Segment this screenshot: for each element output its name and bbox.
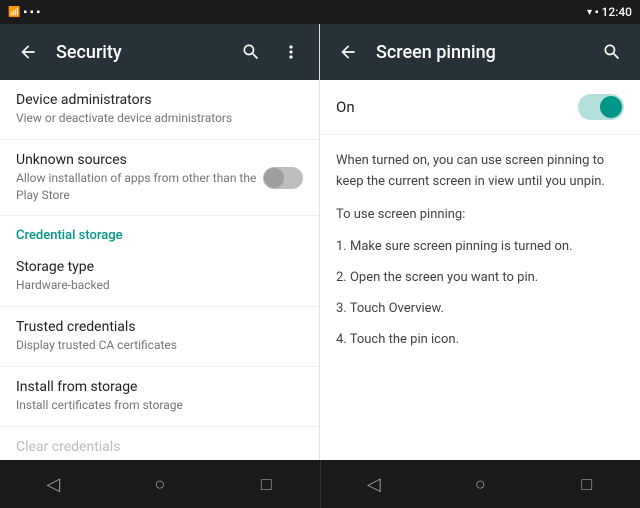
status-bar-right: ▾ ▪ 12:40 xyxy=(587,5,632,19)
left-panel: Security Device administrators View or d… xyxy=(0,24,320,460)
pinning-toggle-label: On xyxy=(336,98,355,116)
step-1-number: 1. xyxy=(336,239,350,254)
pinning-step-1: 1. Make sure screen pinning is turned on… xyxy=(336,237,624,258)
clear-credentials-title: Clear credentials xyxy=(16,439,303,455)
wifi-icon-right: ▾ xyxy=(587,7,592,18)
bottom-nav: ◁ ○ □ ◁ ○ □ xyxy=(0,460,640,508)
device-administrators-subtitle: View or deactivate device administrators xyxy=(16,110,303,127)
install-from-storage-item[interactable]: Install from storage Install certificate… xyxy=(0,367,319,427)
signal-icon: ▪ xyxy=(23,7,27,18)
right-recent-nav[interactable]: □ xyxy=(563,460,611,508)
step-3-number: 3. xyxy=(336,301,350,316)
unknown-sources-title: Unknown sources xyxy=(16,152,263,168)
step-1-text: Make sure screen pinning is turned on. xyxy=(350,239,573,254)
install-from-storage-subtitle: Install certificates from storage xyxy=(16,397,303,414)
pinning-toggle-row[interactable]: On xyxy=(320,80,640,135)
pinning-description: When turned on, you can use screen pinni… xyxy=(320,135,640,377)
right-toolbar: Screen pinning xyxy=(320,24,640,80)
left-recent-nav[interactable]: □ xyxy=(242,460,290,508)
notification-icon: 📶 xyxy=(8,7,20,18)
pinning-desc-paragraph: When turned on, you can use screen pinni… xyxy=(336,151,624,193)
storage-type-subtitle: Hardware-backed xyxy=(16,277,303,294)
pinning-toggle[interactable] xyxy=(578,94,624,120)
signal-strength-icon: ▪ xyxy=(595,7,599,18)
credential-section-header: Credential storage xyxy=(0,216,319,247)
trusted-credentials-title: Trusted credentials xyxy=(16,319,303,335)
step-3-text: Touch Overview. xyxy=(350,301,444,316)
main-panels: Security Device administrators View or d… xyxy=(0,24,640,460)
right-nav-panel: ◁ ○ □ xyxy=(321,460,640,508)
unknown-sources-toggle[interactable] xyxy=(263,167,303,189)
trusted-credentials-item[interactable]: Trusted credentials Display trusted CA c… xyxy=(0,307,319,367)
right-panel: Screen pinning On When turned on, you ca… xyxy=(320,24,640,460)
right-home-nav[interactable]: ○ xyxy=(456,460,504,508)
left-home-nav[interactable]: ○ xyxy=(136,460,184,508)
storage-type-title: Storage type xyxy=(16,259,303,275)
cast-icon: ▪ xyxy=(37,7,41,18)
install-from-storage-title: Install from storage xyxy=(16,379,303,395)
right-back-button[interactable] xyxy=(328,32,368,72)
left-back-nav[interactable]: ◁ xyxy=(29,460,77,508)
right-scroll-area: When turned on, you can use screen pinni… xyxy=(320,135,640,460)
step-2-text: Open the screen you want to pin. xyxy=(350,270,538,285)
status-time: 12:40 xyxy=(602,5,632,19)
left-nav-panel: ◁ ○ □ xyxy=(0,460,320,508)
left-more-button[interactable] xyxy=(271,32,311,72)
unknown-sources-subtitle: Allow installation of apps from other th… xyxy=(16,170,263,204)
right-search-button[interactable] xyxy=(592,32,632,72)
pinning-steps-header: To use screen pinning: xyxy=(336,205,624,226)
unknown-sources-item[interactable]: Unknown sources Allow installation of ap… xyxy=(0,140,319,217)
left-toolbar: Security xyxy=(0,24,319,80)
left-toolbar-title: Security xyxy=(56,42,231,63)
pinning-step-4: 4. Touch the pin icon. xyxy=(336,330,624,351)
pinning-step-2: 2. Open the screen you want to pin. xyxy=(336,268,624,289)
right-toolbar-title: Screen pinning xyxy=(376,42,592,63)
storage-type-item[interactable]: Storage type Hardware-backed xyxy=(0,247,319,307)
pinning-step-3: 3. Touch Overview. xyxy=(336,299,624,320)
step-4-text: Touch the pin icon. xyxy=(350,332,459,347)
right-back-nav[interactable]: ◁ xyxy=(350,460,398,508)
step-4-number: 4. xyxy=(336,332,350,347)
status-bar: 📶 ▪ ▪ ▪ ▾ ▪ 12:40 xyxy=(0,0,640,24)
left-back-button[interactable] xyxy=(8,32,48,72)
trusted-credentials-subtitle: Display trusted CA certificates xyxy=(16,337,303,354)
wifi-icon-left: ▪ xyxy=(30,7,34,18)
clear-credentials-item: Clear credentials Remove all certificate… xyxy=(0,427,319,460)
device-administrators-title: Device administrators xyxy=(16,92,303,108)
left-search-button[interactable] xyxy=(231,32,271,72)
device-administrators-item[interactable]: Device administrators View or deactivate… xyxy=(0,80,319,140)
step-2-number: 2. xyxy=(336,270,350,285)
left-scroll-area[interactable]: Device administrators View or deactivate… xyxy=(0,80,319,460)
status-bar-left: 📶 ▪ ▪ ▪ xyxy=(8,7,40,18)
